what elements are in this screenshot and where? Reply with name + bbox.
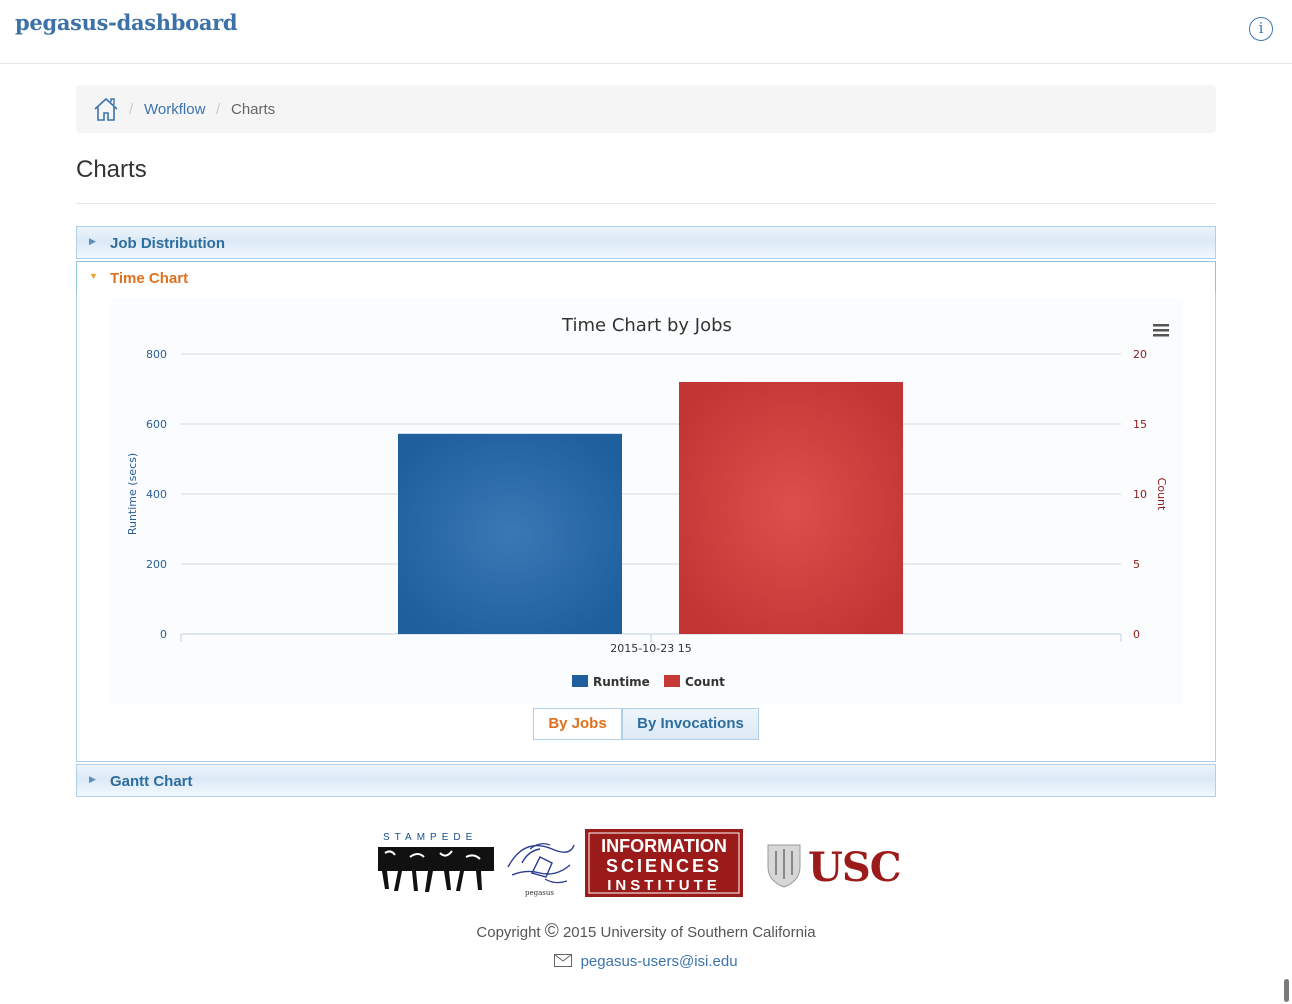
legend-item[interactable]: Runtime [593,675,650,689]
divider [76,203,1216,204]
copyright-prefix: Copyright [476,924,541,941]
accordion-gantt-chart[interactable]: ▶ Gantt Chart [76,764,1216,797]
breadcrumb-separator: / [129,101,134,118]
contact-email-link[interactable]: pegasus-users@isi.edu [581,953,738,970]
bar-count[interactable] [679,382,903,634]
copyright-text: Copyright © 2015 University of Southern … [0,921,1292,943]
stampede-logo: STAMPEDE [378,832,494,892]
y-right-tick-label: 10 [1133,488,1147,501]
accordion-label: Time Chart [110,270,189,287]
y-right-tick-label: 0 [1133,628,1140,641]
y-tick-label: 800 [146,348,167,361]
accordion-time-chart[interactable]: ▼ Time Chart [76,261,1216,294]
breadcrumb: / Workflow / Charts [76,85,1216,133]
y-right-axis-title: Count [1155,478,1168,511]
chart-title: Time Chart by Jobs [561,315,732,336]
page-title: Charts [76,156,147,183]
copyright-body: 2015 University of Southern California [562,924,816,941]
y-tick-label: 200 [146,558,167,571]
footer-logos: STAMPEDE pegasus INFORMATION SCIENCES IN… [378,829,902,897]
copyright-icon: © [544,921,559,942]
y-right-tick-label: 20 [1133,348,1147,361]
caret-down-icon: ▼ [89,271,98,281]
svg-text:pegasus: pegasus [525,889,554,897]
caret-right-icon: ▶ [89,774,96,784]
y-tick-label: 0 [160,628,167,641]
time-chart-panel: Time Chart by Jobs 0 200 400 600 800 0 5 10 15 20 2… [76,293,1216,762]
info-icon[interactable]: i [1249,17,1273,41]
accordion-label: Gantt Chart [110,773,193,790]
isi-logo: INFORMATION SCIENCES INSTITUTE [585,829,743,897]
svg-text:STAMPEDE: STAMPEDE [383,832,477,843]
by-invocations-button[interactable]: By Invocations [622,708,759,740]
breadcrumb-current: Charts [231,101,276,118]
y-axis-title: Runtime (secs) [126,453,139,535]
svg-text:INFORMATION: INFORMATION [601,836,727,856]
chart-container: Time Chart by Jobs 0 200 400 600 800 0 5 10 15 20 2… [111,298,1183,704]
bar-runtime[interactable] [398,433,622,634]
home-icon[interactable] [93,96,119,122]
brand-title[interactable]: pegasus-dashboard [15,10,238,35]
legend-swatch[interactable] [572,675,588,687]
envelope-icon [554,954,573,967]
scrollbar-thumb[interactable] [1284,979,1289,1002]
breadcrumb-workflow-link[interactable]: Workflow [144,101,205,118]
caret-right-icon: ▶ [89,236,96,246]
navbar: pegasus-dashboard i [0,0,1292,64]
pegasus-logo: pegasus [507,843,575,897]
y-right-tick-label: 15 [1133,418,1147,431]
y-right-tick-label: 5 [1133,558,1140,571]
accordion-job-distribution[interactable]: ▶ Job Distribution [76,226,1216,259]
menu-icon[interactable] [1153,324,1169,337]
contact-line: pegasus-users@isi.edu [0,953,1292,970]
y-tick-label: 600 [146,418,167,431]
svg-text:INSTITUTE: INSTITUTE [607,877,721,894]
y-tick-label: 400 [146,488,167,501]
legend-swatch[interactable] [664,675,680,687]
time-chart: Time Chart by Jobs 0 200 400 600 800 0 5 10 15 20 2… [126,315,1169,689]
svg-text:USC: USC [808,844,901,891]
breadcrumb-separator: / [216,101,221,118]
by-jobs-button[interactable]: By Jobs [533,708,622,740]
legend-item[interactable]: Count [685,675,725,689]
usc-logo: USC [767,844,902,891]
x-tick-label: 2015-10-23 15 [610,642,691,655]
accordion-label: Job Distribution [110,235,225,252]
svg-text:SCIENCES: SCIENCES [606,856,722,876]
